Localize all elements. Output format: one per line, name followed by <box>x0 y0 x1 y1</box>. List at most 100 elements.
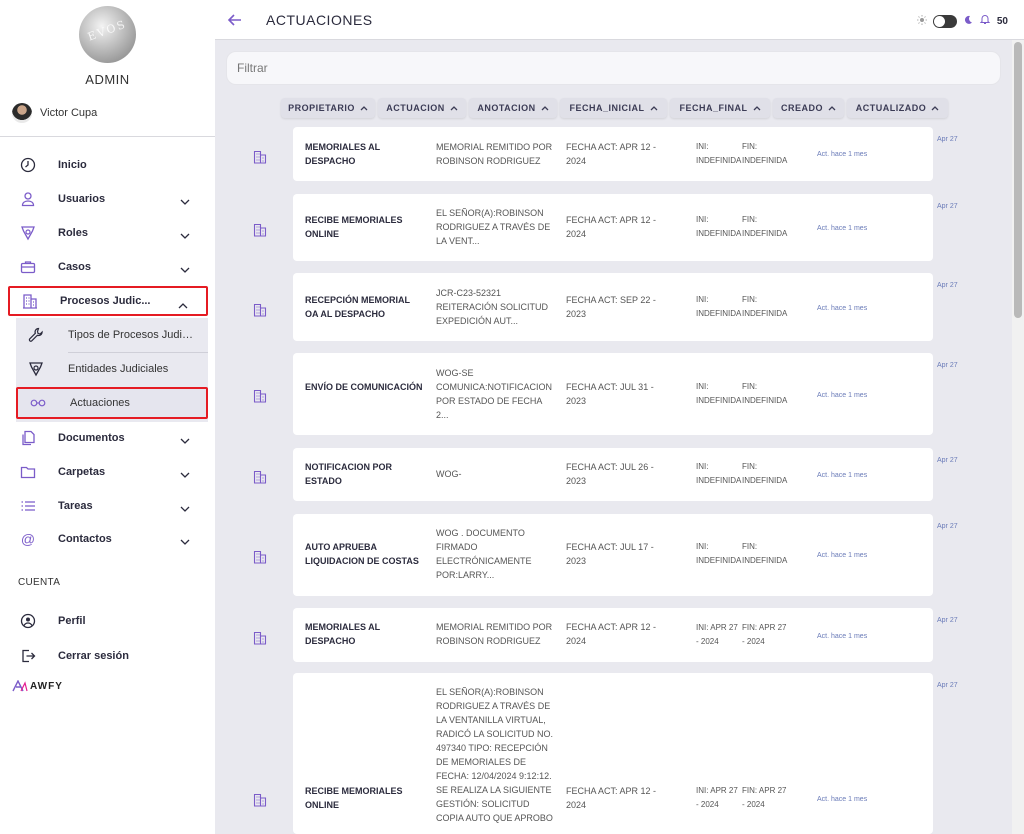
table-row[interactable]: ENVÍO DE COMUNICACIÓN WOG-SE COMUNICA:NO… <box>216 353 976 437</box>
column-header-label: ACTUALIZADO <box>855 103 927 113</box>
cell-creado: Apr 27 <box>937 136 958 143</box>
table-row[interactable]: RECIBE MEMORIALES ONLINE EL SEÑOR(A):ROB… <box>216 673 976 834</box>
row-card[interactable]: MEMORIALES AL DESPACHO MEMORIAL REMITIDO… <box>293 127 933 181</box>
sidebar-item-contactos[interactable]: @ Contactos <box>8 524 208 554</box>
column-header-actualizado[interactable]: ACTUALIZADO <box>847 98 948 118</box>
table-row[interactable]: NOTIFICACION POR ESTADO WOG- FECHA ACT: … <box>216 448 976 503</box>
column-header-label: ANOTACION <box>477 103 536 113</box>
cell-creado: Apr 27 <box>937 617 958 624</box>
sidebar-subitem-entidades-judiciales[interactable]: Entidades Judiciales <box>16 353 208 385</box>
clock-icon <box>18 155 38 175</box>
user-name: Victor Cupa <box>40 107 98 119</box>
row-card[interactable]: ENVÍO DE COMUNICACIÓN WOG-SE COMUNICA:NO… <box>293 353 933 435</box>
cell-ini: INI: INDEFINIDA <box>696 382 742 405</box>
column-header-fecha-final[interactable]: FECHA_FINAL <box>670 98 770 118</box>
cell-fecha: FECHA ACT: JUL 31 - 2023 <box>566 382 654 406</box>
row-card[interactable]: AUTO APRUEBA LIQUIDACION DE COSTAS WOG .… <box>293 514 933 596</box>
sidebar-item-perfil[interactable]: Perfil <box>8 606 208 636</box>
bell-icon[interactable] <box>979 12 991 30</box>
sidebar-subitem-label: Actuaciones <box>70 397 130 409</box>
sidebar-item-label: Casos <box>58 261 92 273</box>
building-icon <box>253 150 267 164</box>
sidebar-item-usuarios[interactable]: Usuarios <box>8 184 208 214</box>
cell-actuacion: JCR-C23-52321 REITERACIÓN SOLICITUD EXPE… <box>436 288 549 326</box>
cell-propietario: RECIBE MEMORIALES ONLINE <box>305 215 403 239</box>
wrench-icon <box>26 325 46 345</box>
cell-creado: Apr 27 <box>937 523 958 530</box>
row-card[interactable]: RECIBE MEMORIALES ONLINE EL SEÑOR(A):ROB… <box>293 673 933 834</box>
column-header-label: FECHA_FINAL <box>679 103 748 113</box>
table-row[interactable]: RECEPCIÓN MEMORIAL OA AL DESPACHO JCR-C2… <box>216 273 976 343</box>
current-user[interactable]: Victor Cupa <box>12 103 97 123</box>
sidebar-subitem-actuaciones[interactable]: Actuaciones <box>16 387 208 419</box>
cell-fin: FIN: INDEFINIDA <box>742 382 788 405</box>
table-row[interactable]: MEMORIALES AL DESPACHO MEMORIAL REMITIDO… <box>216 127 976 183</box>
cell-actualizado: Act. hace 1 mes <box>817 552 868 559</box>
cell-ini: INI: APR 27 - 2024 <box>696 786 738 809</box>
sidebar-item-roles[interactable]: Roles <box>8 218 208 248</box>
back-arrow-icon[interactable] <box>227 12 243 33</box>
column-header-propietario[interactable]: PROPIETARIO <box>281 98 375 118</box>
column-header-label: FECHA_INICIAL <box>569 103 645 113</box>
moon-icon <box>963 12 973 30</box>
cell-fin: FIN: APR 27 - 2024 <box>742 623 787 646</box>
row-card[interactable]: MEMORIALES AL DESPACHO MEMORIAL REMITIDO… <box>293 608 933 662</box>
sidebar-subitem-tipos-procesos[interactable]: Tipos de Procesos Judiciales <box>16 319 208 351</box>
sidebar-subitem-label: Tipos de Procesos Judiciales <box>68 329 198 341</box>
column-header-anotacion[interactable]: ANOTACION <box>469 98 557 118</box>
table-row[interactable]: RECIBE MEMORIALES ONLINE EL SEÑOR(A):ROB… <box>216 194 976 262</box>
chevron-down-icon <box>180 193 190 211</box>
row-card[interactable]: RECEPCIÓN MEMORIAL OA AL DESPACHO JCR-C2… <box>293 273 933 341</box>
table-row[interactable]: MEMORIALES AL DESPACHO MEMORIAL REMITIDO… <box>216 608 976 664</box>
sidebar-item-carpetas[interactable]: Carpetas <box>8 457 208 487</box>
filter-input[interactable] <box>226 51 1001 85</box>
cell-actuacion: EL SEÑOR(A):ROBINSON RODRIGUEZ A TRAVÉS … <box>436 687 554 823</box>
sidebar-item-tareas[interactable]: Tareas <box>8 491 208 521</box>
column-header-fecha-inicial[interactable]: FECHA_INICIAL <box>560 98 667 118</box>
table-row[interactable]: AUTO APRUEBA LIQUIDACION DE COSTAS WOG .… <box>216 514 976 598</box>
cell-creado: Apr 27 <box>937 682 958 689</box>
cell-fecha: FECHA ACT: APR 12 - 2024 <box>566 142 657 166</box>
building-icon <box>253 793 267 807</box>
chevron-up-icon <box>753 106 760 111</box>
building-icon <box>253 223 267 237</box>
chevron-down-icon <box>180 227 190 245</box>
column-header-creado[interactable]: CREADO <box>773 98 844 118</box>
list-icon <box>18 496 38 516</box>
chevron-up-icon <box>360 106 368 111</box>
building-icon <box>253 303 267 317</box>
user-icon <box>18 189 38 209</box>
cell-ini: INI: APR 27 - 2024 <box>696 623 738 646</box>
cell-fecha: FECHA ACT: APR 12 - 2024 <box>566 622 657 646</box>
cell-fin: FIN: APR 27 - 2024 <box>742 786 787 809</box>
sidebar-item-procesos-judiciales[interactable]: Procesos Judic... <box>8 286 208 316</box>
cell-fin: FIN: INDEFINIDA <box>742 542 788 565</box>
theme-toggle[interactable] <box>932 14 957 28</box>
cell-fecha: FECHA ACT: APR 12 - 2024 <box>566 215 657 239</box>
sidebar-item-cerrar-sesion[interactable]: Cerrar sesión <box>8 641 208 671</box>
brand-name: AWFY <box>30 680 63 692</box>
cell-actuacion: MEMORIAL REMITIDO POR ROBINSON RODRIGUEZ <box>436 622 553 646</box>
building-icon <box>253 631 267 645</box>
chevron-down-icon <box>180 533 190 551</box>
row-card[interactable]: RECIBE MEMORIALES ONLINE EL SEÑOR(A):ROB… <box>293 194 933 261</box>
sidebar-item-documentos[interactable]: Documentos <box>8 423 208 453</box>
chevron-up-icon <box>828 106 836 111</box>
sidebar-item-inicio[interactable]: Inicio <box>8 150 208 180</box>
avatar-text: EVOS <box>85 17 129 44</box>
sidebar-item-label: Procesos Judic... <box>60 295 151 307</box>
column-header-actuacion[interactable]: ACTUACION <box>378 98 466 118</box>
sidebar-item-label: Perfil <box>58 615 86 627</box>
scrollbar[interactable] <box>1012 40 1024 834</box>
cell-ini: INI: INDEFINIDA <box>696 295 742 318</box>
cell-propietario: RECIBE MEMORIALES ONLINE <box>305 786 403 810</box>
cell-creado: Apr 27 <box>937 282 958 289</box>
chevron-up-icon <box>650 106 657 111</box>
scrollbar-thumb[interactable] <box>1014 42 1022 318</box>
sidebar-item-label: Cerrar sesión <box>58 650 129 662</box>
row-card[interactable]: NOTIFICACION POR ESTADO WOG- FECHA ACT: … <box>293 448 933 501</box>
badge-icon <box>18 223 38 243</box>
sidebar-item-casos[interactable]: Casos <box>8 252 208 282</box>
profile-icon <box>18 611 38 631</box>
cell-propietario: NOTIFICACION POR ESTADO <box>305 462 392 486</box>
